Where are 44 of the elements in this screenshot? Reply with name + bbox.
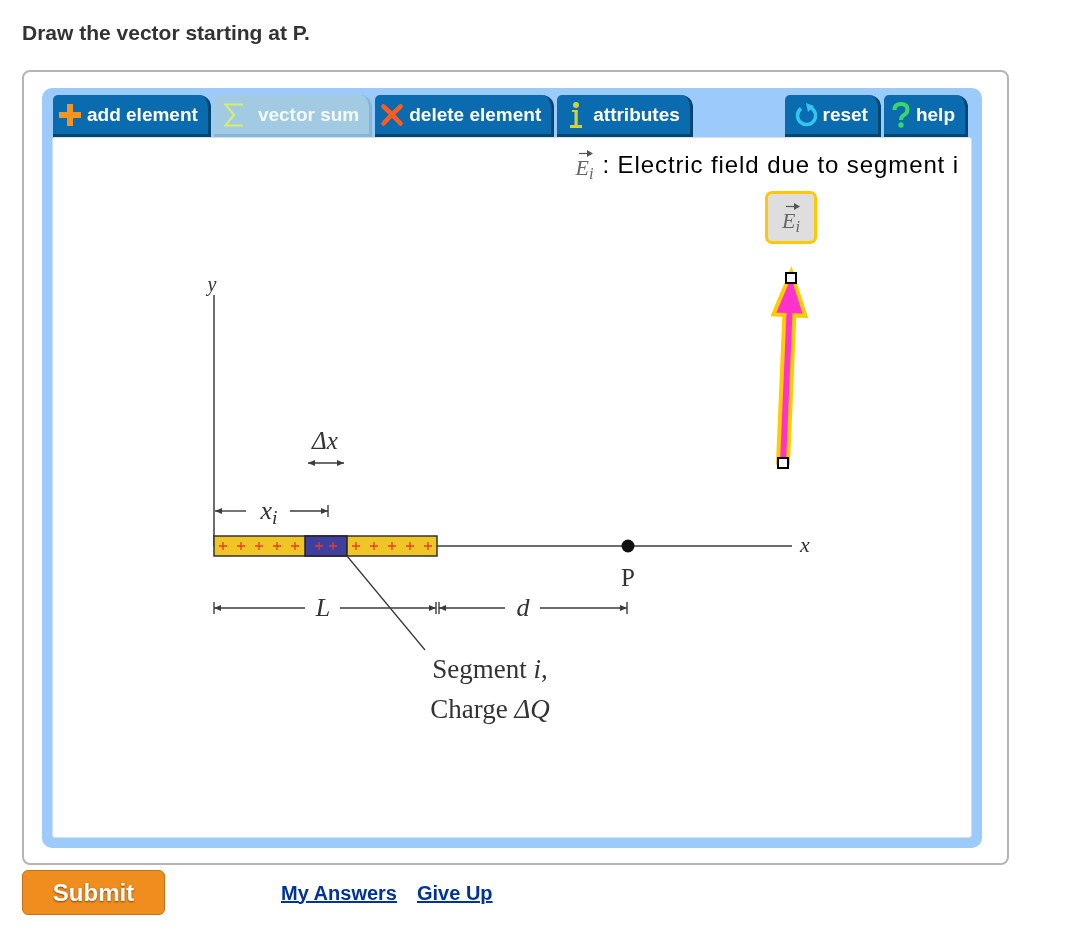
info-icon	[569, 101, 584, 128]
x-mark-icon	[381, 103, 404, 126]
vector-arrow-icon	[579, 150, 594, 157]
dimension-arrow	[307, 460, 345, 466]
vector-arrow-icon	[786, 203, 800, 210]
action-tab[interactable]: help	[883, 95, 968, 137]
delta-x-label: Δx	[312, 427, 338, 453]
axis-label: x	[800, 534, 810, 556]
xi-label: x$_{i}$	[260, 498, 278, 524]
plus-sign-icon	[272, 541, 282, 551]
distance-label: d	[516, 595, 530, 621]
plus-sign-icon	[405, 541, 415, 551]
tool-tab[interactable]: attributes	[557, 95, 693, 137]
plus-sign-icon	[369, 541, 379, 551]
plus-icon	[59, 103, 81, 126]
length-label: L	[315, 595, 331, 621]
action-tab[interactable]: reset	[784, 95, 881, 137]
segment-label: Segment i, Charge ΔQ	[430, 653, 550, 726]
axis-label: y	[207, 274, 217, 294]
tool-tab[interactable]: add element	[53, 95, 211, 137]
plus-sign-icon	[423, 541, 433, 551]
dimension-arrow	[214, 508, 247, 514]
footer-link[interactable]: My Answers	[281, 877, 397, 908]
help-icon	[891, 101, 910, 128]
plus-sign-icon	[218, 541, 228, 551]
plus-sign-icon	[328, 541, 338, 551]
drawing-canvas[interactable]: E$_{i}$ : Electric field due to segment i E$_{i}$ y x Δx x$_{i}$ P L d Segment i, Charge ΔQ	[52, 137, 972, 838]
point-dot-icon	[621, 539, 635, 553]
footer-link[interactable]: Give Up	[416, 877, 493, 908]
plus-sign-icon	[351, 541, 361, 551]
legend-symbol: E$_{i}$	[575, 157, 594, 179]
question-prompt: Draw the vector starting at P.	[22, 20, 310, 46]
vector-palette-button[interactable]: E$_{i}$	[765, 191, 817, 244]
sigma-icon	[223, 102, 244, 127]
point-label: P	[621, 564, 635, 590]
plus-sign-icon	[254, 541, 264, 551]
legend-text: : Electric field due to segment i	[602, 151, 959, 179]
rod-segment	[304, 535, 348, 557]
dimension-arrow	[289, 504, 329, 518]
tool-tab[interactable]: delete element	[375, 95, 555, 137]
plus-sign-icon	[314, 541, 324, 551]
plus-sign-icon	[290, 541, 300, 551]
plus-sign-icon	[387, 541, 397, 551]
plus-sign-icon	[236, 541, 246, 551]
